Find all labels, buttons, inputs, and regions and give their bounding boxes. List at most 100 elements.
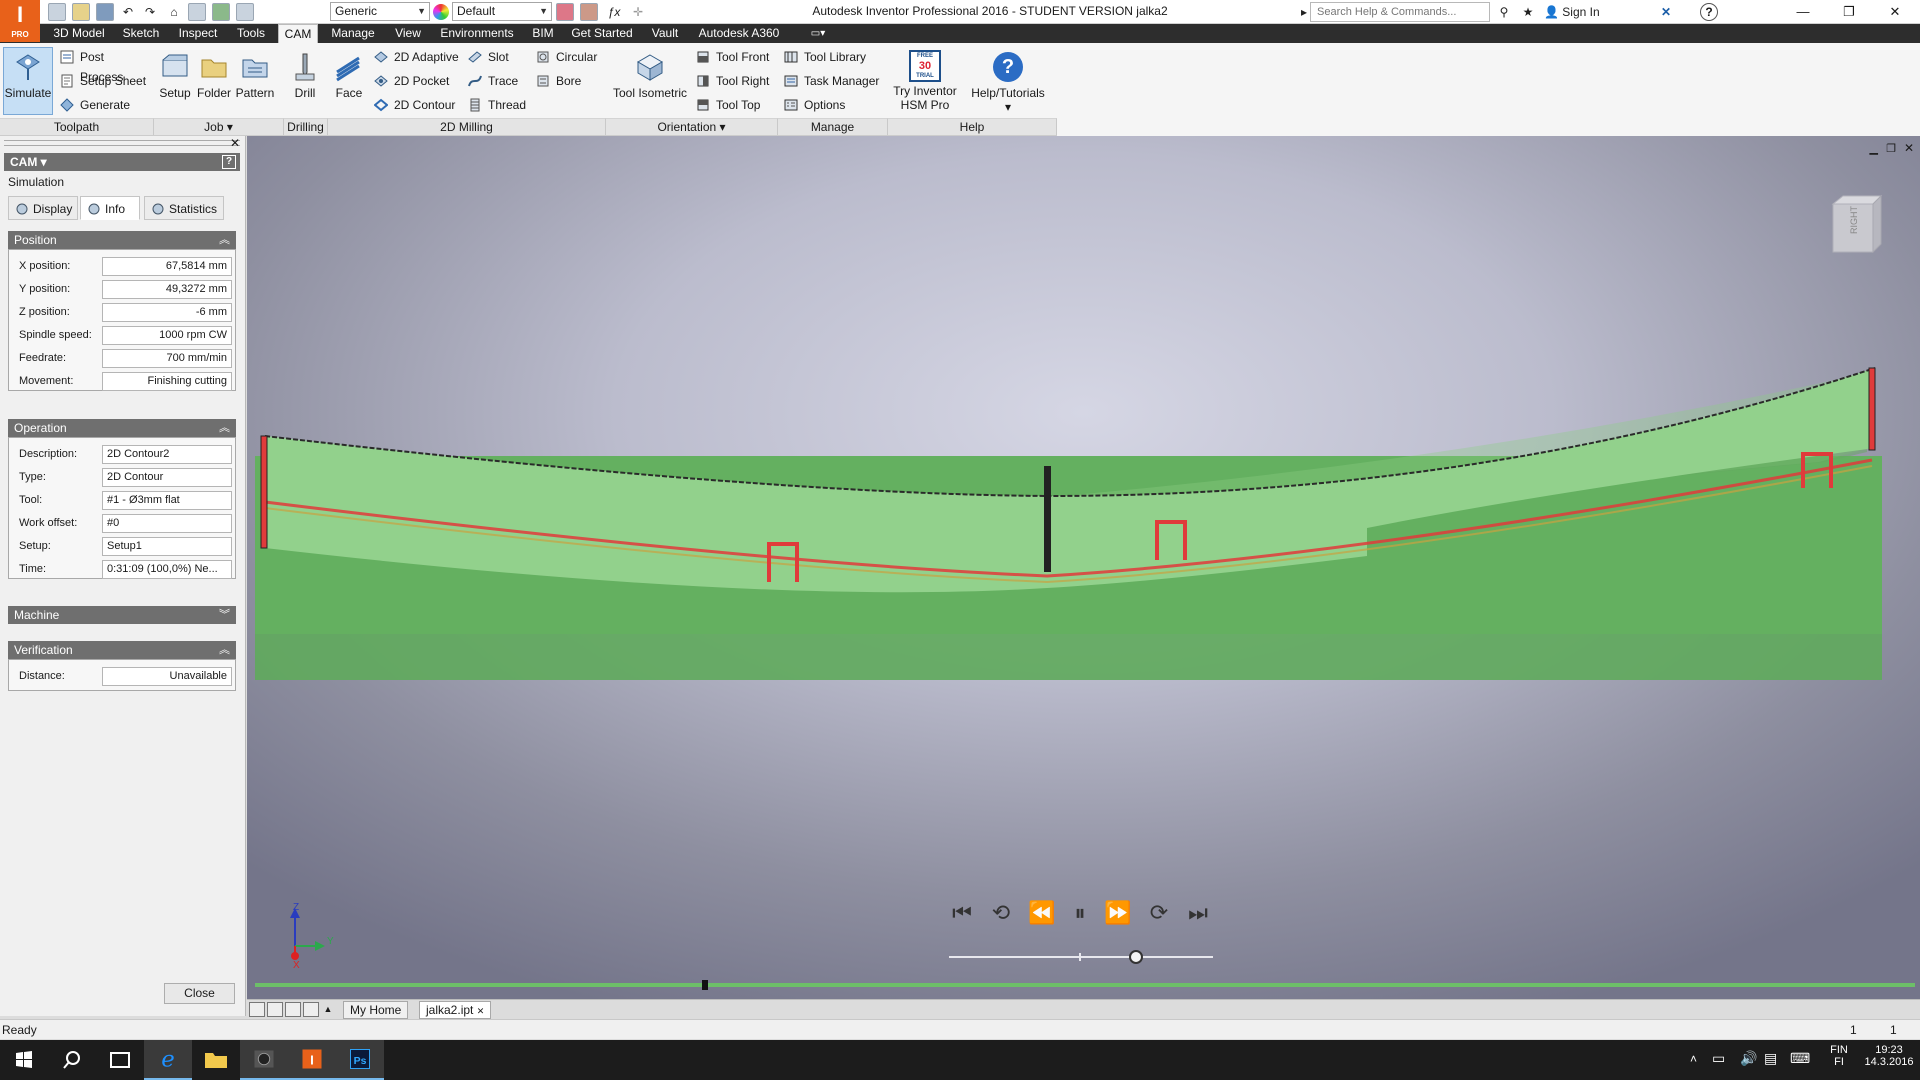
measure-icon[interactable] xyxy=(236,3,254,21)
binoculars-icon[interactable]: ⚲ xyxy=(1494,3,1514,21)
tab-vault[interactable]: Vault xyxy=(644,24,686,43)
simulation-timeline[interactable] xyxy=(255,980,1915,990)
speed-slider[interactable] xyxy=(949,949,1213,965)
face-button[interactable]: Face xyxy=(330,47,368,115)
bore-button[interactable]: Bore xyxy=(534,71,604,91)
panel-help-icon[interactable]: ? xyxy=(222,155,236,169)
2d-contour-button[interactable]: 2D Contour xyxy=(372,95,462,115)
generate-button[interactable]: Generate xyxy=(58,95,150,115)
task-view-icon[interactable] xyxy=(96,1040,144,1080)
step-back-button[interactable]: ⟲ xyxy=(983,901,1019,925)
exchange-apps-icon[interactable]: ✕ xyxy=(1656,3,1676,21)
file-explorer-icon[interactable] xyxy=(192,1040,240,1080)
cam-panel-header[interactable]: CAM ▾ ? xyxy=(4,153,240,171)
machine-section-header[interactable]: Machine ︾ xyxy=(8,606,236,624)
tool-right-button[interactable]: Tool Right xyxy=(694,71,774,91)
notification-icon[interactable]: ▤ xyxy=(1764,1050,1777,1067)
language-indicator[interactable]: FIN FI xyxy=(1824,1044,1854,1068)
trace-button[interactable]: Trace xyxy=(466,71,526,91)
setup-button[interactable]: Setup xyxy=(156,47,194,115)
fast-forward-button[interactable]: ⏩ xyxy=(1103,901,1133,925)
adjust-icon[interactable] xyxy=(580,3,598,21)
minimize-button[interactable]: — xyxy=(1780,0,1826,24)
redo-icon[interactable]: ↷ xyxy=(140,3,160,21)
undo-icon[interactable]: ↶ xyxy=(118,3,138,21)
skip-to-end-button[interactable]: ⏭ xyxy=(1183,901,1213,925)
slot-button[interactable]: Slot xyxy=(466,47,526,67)
simulate-button[interactable]: Simulate xyxy=(3,47,53,115)
vertical-view-icon[interactable] xyxy=(303,1002,319,1017)
close-window-button[interactable]: ✕ xyxy=(1872,0,1918,24)
tab-tools[interactable]: Tools xyxy=(230,24,272,43)
star-icon[interactable]: ★ xyxy=(1518,3,1538,21)
folder-button[interactable]: Folder xyxy=(194,47,234,115)
close-tab-icon[interactable]: ✕ xyxy=(477,1006,485,1016)
tab-statistics[interactable]: Statistics xyxy=(144,196,224,220)
tool-isometric-button[interactable]: Tool Isometric xyxy=(610,47,690,115)
photoshop-icon[interactable]: Ps xyxy=(336,1040,384,1080)
graphics-viewport[interactable]: ▁ ❐ ✕ RIGHT Z X Y ⏮ ⟲ ⏪ ⏸ ⏩ ⟳ ⏭ xyxy=(247,136,1920,999)
tool-front-button[interactable]: Tool Front xyxy=(694,47,774,67)
new-file-icon[interactable] xyxy=(48,3,66,21)
speed-slider-handle[interactable] xyxy=(1129,950,1143,964)
help-tutorials-button[interactable]: ? Help/Tutorials ▾ xyxy=(964,47,1052,115)
ribbon-options-icon[interactable]: ▭▾ xyxy=(804,24,832,43)
expand-tabs-icon[interactable]: ▲ xyxy=(321,1002,335,1017)
timeline-position-marker[interactable] xyxy=(702,980,708,990)
task-manager-button[interactable]: Task Manager xyxy=(782,71,882,91)
drill-button[interactable]: Drill xyxy=(286,47,324,115)
keyboard-icon[interactable]: ⌨ xyxy=(1790,1050,1810,1067)
internet-explorer-icon[interactable]: e xyxy=(144,1040,192,1080)
media-app-icon[interactable] xyxy=(240,1040,288,1080)
options-button[interactable]: Options xyxy=(782,95,882,115)
open-folder-icon[interactable] xyxy=(72,3,90,21)
circular-button[interactable]: Circular xyxy=(534,47,604,67)
save-icon[interactable] xyxy=(96,3,114,21)
clock[interactable]: 19:23 14.3.2016 xyxy=(1862,1044,1916,1068)
tab-info[interactable]: Info xyxy=(80,196,140,220)
tab-display[interactable]: Display xyxy=(8,196,78,220)
tab-my-home[interactable]: My Home xyxy=(343,1001,409,1019)
horizontal-view-icon[interactable] xyxy=(285,1002,301,1017)
pattern-button[interactable]: Pattern xyxy=(234,47,276,115)
tab-manage[interactable]: Manage xyxy=(324,24,382,43)
tab-3d-model[interactable]: 3D Model xyxy=(48,24,110,43)
search-icon[interactable] xyxy=(48,1040,96,1080)
sign-in-button[interactable]: 👤 Sign In xyxy=(1544,3,1624,21)
2d-pocket-button[interactable]: 2D Pocket xyxy=(372,71,462,91)
2d-adaptive-button[interactable]: 2D Adaptive xyxy=(372,47,462,67)
update-icon[interactable] xyxy=(188,3,206,21)
volume-icon[interactable]: 🔊 xyxy=(1740,1050,1757,1067)
tab-inspect[interactable]: Inspect xyxy=(172,24,224,43)
clear-appearance-icon[interactable] xyxy=(556,3,574,21)
panel-grip[interactable] xyxy=(4,140,240,146)
tab-bim[interactable]: BIM xyxy=(526,24,560,43)
skip-to-start-button[interactable]: ⏮ xyxy=(947,901,977,925)
rewind-button[interactable]: ⏪ xyxy=(1027,901,1057,925)
tab-view[interactable]: View xyxy=(388,24,428,43)
tab-cam[interactable]: CAM xyxy=(278,24,318,43)
tab-get-started[interactable]: Get Started xyxy=(566,24,638,43)
appearance-combo[interactable]: Default ▼ xyxy=(452,2,552,21)
inventor-taskbar-icon[interactable]: I xyxy=(288,1040,336,1080)
tool-top-button[interactable]: Tool Top xyxy=(694,95,774,115)
windows-start-icon[interactable] xyxy=(0,1040,48,1080)
tool-library-button[interactable]: Tool Library xyxy=(782,47,882,67)
post-process-button[interactable]: Post Process xyxy=(58,47,150,84)
pause-button[interactable]: ⏸ xyxy=(1065,901,1095,925)
tab-sketch[interactable]: Sketch xyxy=(116,24,166,43)
restore-button[interactable]: ❐ xyxy=(1826,0,1872,24)
operation-section-header[interactable]: Operation ︽ xyxy=(8,419,236,437)
grid-view-icon[interactable] xyxy=(267,1002,283,1017)
home-icon[interactable]: ⌂ xyxy=(164,3,184,21)
step-forward-button[interactable]: ⟳ xyxy=(1141,901,1177,925)
move-icon[interactable]: ✛ xyxy=(628,3,648,21)
tab-jalka2-ipt[interactable]: jalka2.ipt ✕ xyxy=(419,1001,492,1019)
thread-button[interactable]: Thread xyxy=(466,95,526,115)
function-icon[interactable]: ƒx xyxy=(604,3,624,21)
tab-autodesk-a360[interactable]: Autodesk A360 xyxy=(692,24,786,43)
try-hsm-pro-button[interactable]: FREE 30 TRIAL Try Inventor HSM Pro xyxy=(890,47,960,115)
help-search-input[interactable]: Search Help & Commands... xyxy=(1310,2,1490,22)
help-icon[interactable]: ? xyxy=(1700,3,1718,21)
app-logo[interactable]: I PRO xyxy=(0,0,40,42)
